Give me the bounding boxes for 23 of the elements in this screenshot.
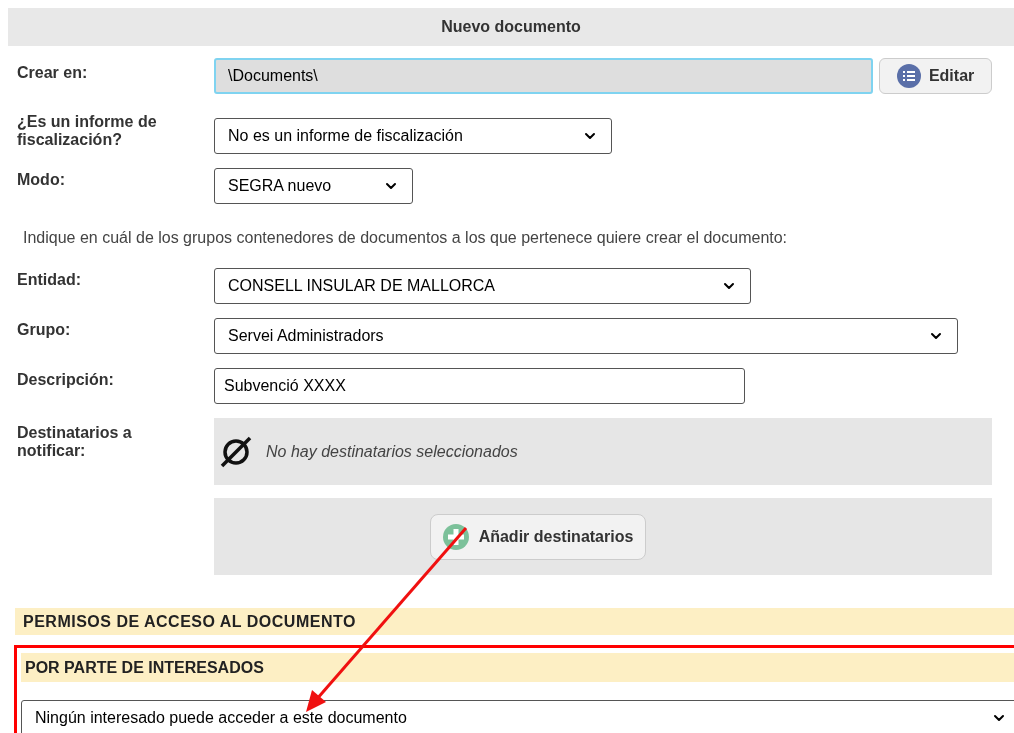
add-recipients-button[interactable]: Añadir destinatarios: [429, 513, 647, 560]
field-label: Grupo:: [17, 321, 72, 339]
subsection-header: POR PARTE DE INTERESADOS: [21, 653, 1014, 682]
path-field[interactable]: \Documents\: [214, 58, 874, 94]
edit-button[interactable]: Editar: [879, 58, 992, 94]
dropdown[interactable]: SEGRA nuevo: [214, 168, 413, 204]
dropdown[interactable]: CONSELL INSULAR DE MALLORCA: [214, 268, 751, 304]
description-field[interactable]: Subvenció XXXX: [214, 368, 745, 404]
field-label: Modo:: [17, 171, 66, 189]
field-label: Descripción:: [17, 371, 115, 389]
field-label: Destinatarios a notificar:: [17, 424, 133, 460]
field-label: Crear en:: [17, 64, 89, 82]
plus-icon: [442, 523, 469, 550]
empty-message: No hay destinatarios seleccionados: [266, 441, 518, 462]
section-header: PERMISOS DE ACCESO AL DOCUMENTO: [15, 608, 1014, 635]
field-label: ¿Es un informe de fiscalización?: [17, 113, 158, 149]
dropdown[interactable]: Ningún interesado puede acceder a este documento: [21, 700, 1014, 733]
dropdown[interactable]: No es un informe de fiscalización: [214, 118, 612, 154]
dialog-title: Nuevo documento: [8, 8, 1014, 46]
instruction-text: Indique en cuál de los grupos contenedores de documentos a los que pertenece quiere crear el documento:: [23, 228, 789, 248]
list-icon: [896, 64, 921, 88]
dropdown[interactable]: Servei Administradors: [214, 318, 958, 354]
field-label: Entidad:: [17, 271, 82, 289]
